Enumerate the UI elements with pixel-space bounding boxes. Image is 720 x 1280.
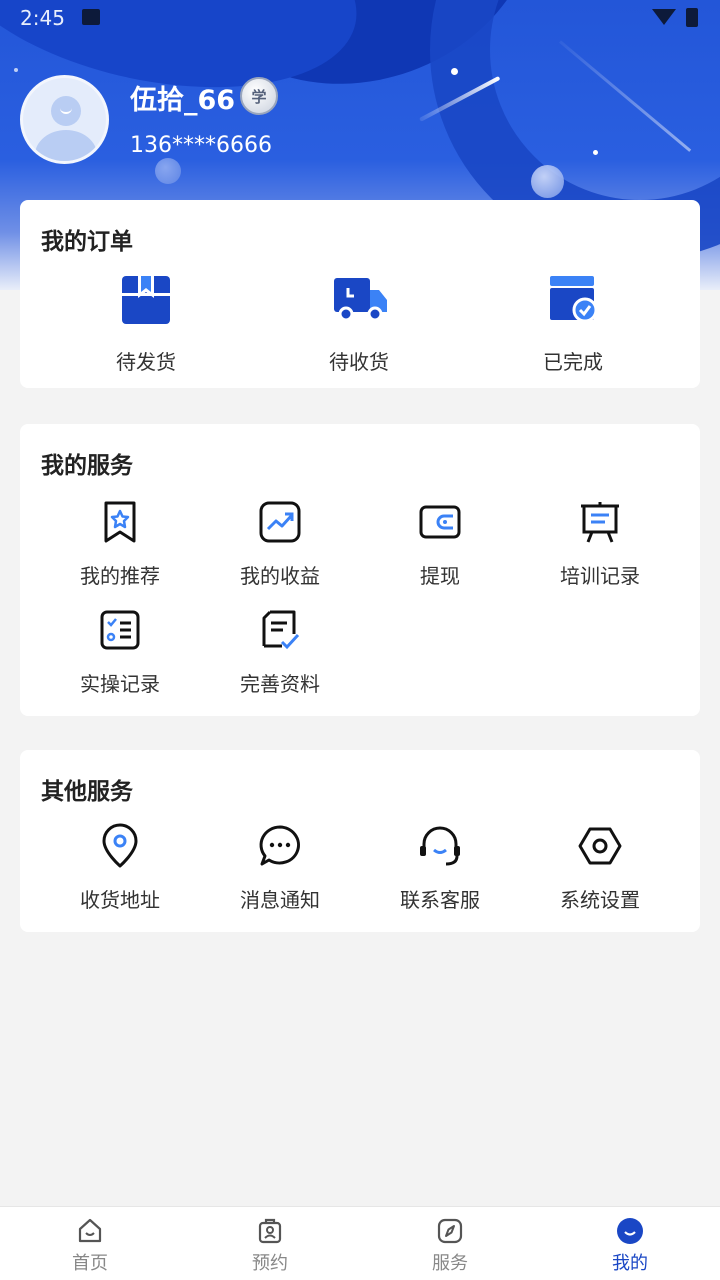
chat-bubble-icon (256, 822, 304, 870)
service-training-records[interactable]: 培训记录 (520, 498, 680, 589)
service-item-label: 培训记录 (560, 564, 640, 588)
tab-services[interactable]: 服务 (360, 1207, 540, 1280)
student-badge: 学 (240, 77, 278, 115)
header-decoration (14, 68, 18, 72)
tab-appointment[interactable]: 预约 (180, 1207, 360, 1280)
tab-label: 我的 (612, 1253, 648, 1274)
service-my-earnings[interactable]: 我的收益 (200, 498, 360, 589)
home-icon (76, 1217, 104, 1245)
order-item-label: 待发货 (116, 350, 176, 374)
status-bar: 2:45 (0, 0, 720, 36)
tab-label: 服务 (432, 1253, 468, 1274)
service-complete-profile[interactable]: 完善资料 (200, 606, 360, 697)
tab-mine[interactable]: 我的 (540, 1207, 720, 1280)
service-item-label: 我的收益 (240, 564, 320, 588)
service-withdraw[interactable]: 提现 (360, 498, 520, 589)
tab-home[interactable]: 首页 (0, 1207, 180, 1280)
battery-icon (686, 8, 698, 27)
service-my-recommendations[interactable]: 我的推荐 (40, 498, 200, 589)
service-item-label: 我的推荐 (80, 564, 160, 588)
trend-chart-icon (256, 498, 304, 546)
checklist-icon (96, 606, 144, 654)
other-item-label: 系统设置 (560, 888, 640, 912)
other-shipping-address[interactable]: 收货地址 (40, 822, 200, 913)
other-system-settings[interactable]: 系统设置 (520, 822, 680, 913)
wallet-icon (416, 498, 464, 546)
package-icon (120, 274, 172, 326)
orders-title: 我的订单 (41, 229, 133, 255)
status-time: 2:45 (20, 6, 65, 30)
other-contact-support[interactable]: 联系客服 (360, 822, 520, 913)
order-item-label: 待收货 (329, 350, 389, 374)
bookmark-star-icon (96, 498, 144, 546)
header-decoration (155, 158, 181, 184)
appointment-icon (256, 1217, 284, 1245)
completed-box-icon (547, 274, 599, 326)
order-pending-shipment[interactable]: 待发货 (66, 274, 226, 375)
header-decoration (451, 68, 458, 75)
service-item-label: 提现 (420, 564, 460, 588)
other-message-notifications[interactable]: 消息通知 (200, 822, 360, 913)
location-pin-icon (96, 822, 144, 870)
compass-icon (436, 1217, 464, 1245)
services-card: 我的服务 我的推荐 我的收益 提现 培训记录 实操记录 完善资料 (20, 424, 700, 716)
services-title: 我的服务 (41, 453, 133, 479)
service-item-label: 实操记录 (80, 672, 160, 696)
bottom-tab-bar: 首页 预约 服务 我的 (0, 1206, 720, 1280)
avatar-body (35, 130, 97, 161)
document-check-icon (256, 606, 304, 654)
username: 伍拾_66 (130, 85, 236, 116)
header-decoration (593, 150, 598, 155)
tab-label: 首页 (72, 1253, 108, 1274)
image-notification-icon (82, 9, 100, 25)
truck-icon (333, 274, 387, 326)
service-practice-records[interactable]: 实操记录 (40, 606, 200, 697)
avatar[interactable] (20, 75, 109, 164)
other-item-label: 收货地址 (80, 888, 160, 912)
profile-smile-icon (616, 1217, 644, 1245)
order-item-label: 已完成 (543, 350, 603, 374)
other-item-label: 联系客服 (400, 888, 480, 912)
settings-hexagon-icon (576, 822, 624, 870)
wifi-icon (652, 9, 676, 25)
orders-card: 我的订单 待发货 待收货 已完成 (20, 200, 700, 388)
order-completed[interactable]: 已完成 (493, 274, 653, 375)
order-pending-receipt[interactable]: 待收货 (279, 274, 439, 375)
presentation-board-icon (576, 498, 624, 546)
tab-label: 预约 (252, 1253, 288, 1274)
other-services-card: 其他服务 收货地址 消息通知 联系客服 系统设置 (20, 750, 700, 932)
headset-icon (416, 822, 464, 870)
other-item-label: 消息通知 (240, 888, 320, 912)
service-item-label: 完善资料 (240, 672, 320, 696)
phone-number: 136****6666 (130, 133, 272, 158)
header-decoration (531, 165, 564, 198)
other-services-title: 其他服务 (41, 779, 133, 805)
